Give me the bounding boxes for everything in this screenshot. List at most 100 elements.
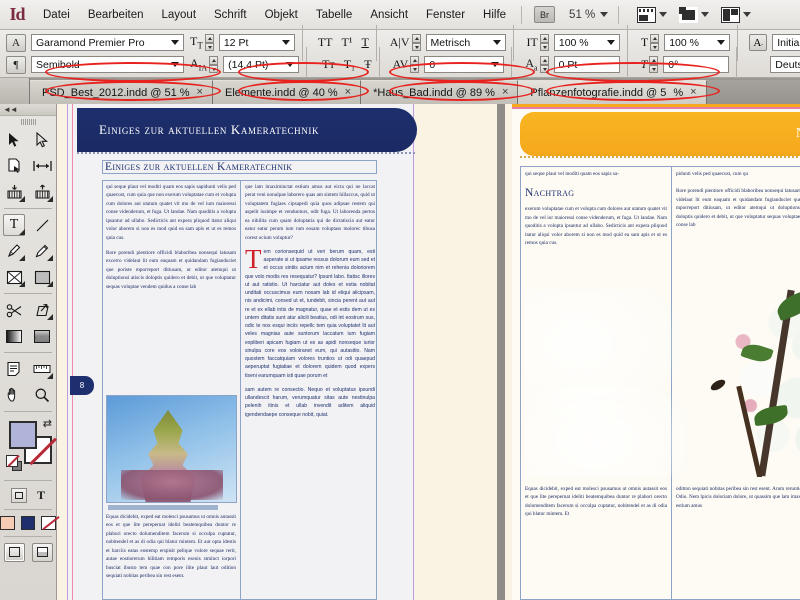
pen-tool[interactable] [0,238,28,264]
baseline-shift-combo[interactable]: 0 Pt [553,56,620,73]
strikethrough-button[interactable]: Ŧ [364,57,371,72]
gradient-swatch-tool[interactable] [0,323,28,349]
chevron-down-icon[interactable] [606,40,615,45]
font-size-combo[interactable]: 12 Pt [218,34,295,51]
horizontal-scale-stepper[interactable] [650,34,660,51]
line-tool[interactable] [28,212,56,238]
leading-combo[interactable]: (14,4 Pt) [223,56,300,73]
menu-objekt[interactable]: Objekt [256,0,307,30]
measure-tool[interactable] [28,356,56,382]
rectangle-tool[interactable] [28,264,56,290]
kerning-combo[interactable]: Metrisch [425,34,506,51]
underline-button[interactable]: T [361,35,368,50]
apply-to-text-button[interactable]: T [37,488,45,503]
character-formatting-toggle[interactable]: A [6,33,26,52]
gradient-feather-tool[interactable] [28,323,56,349]
document-tab-haus-bad[interactable]: *Haus_Bad.indd @ 89 % × [361,80,519,104]
menu-bearbeiten[interactable]: Bearbeiten [79,0,153,30]
chevron-down-icon[interactable] [701,12,710,17]
apply-to-frame-button[interactable] [10,487,27,503]
menu-fenster[interactable]: Fenster [417,0,474,30]
leading-stepper[interactable] [209,56,219,73]
photo-apple-blossom[interactable] [525,289,800,477]
character-style-icon[interactable]: A. [749,34,768,51]
language-combo[interactable]: Deutsch: 2006 R [770,56,800,73]
apply-color-swatch[interactable] [0,516,15,530]
paragraph-formatting-toggle[interactable]: ¶ [6,55,26,74]
close-icon[interactable]: × [502,87,508,98]
chevron-down-icon[interactable] [171,40,179,45]
tool-flyout-indicator[interactable] [19,229,25,235]
body-text-frame[interactable]: qui seque plaut vel moditi quam eos sapi… [102,180,377,600]
tool-flyout-indicator[interactable] [19,196,25,202]
chevron-down-icon[interactable] [717,40,726,45]
apply-none-swatch[interactable] [41,516,57,530]
font-family-combo[interactable]: Garamond Premier Pro [31,34,184,51]
free-transform-tool[interactable] [28,297,56,323]
tool-flyout-indicator[interactable] [47,373,53,379]
zoom-level-control[interactable]: 51 % [569,9,609,21]
fill-swatch[interactable] [9,421,37,449]
page-right[interactable]: N qui seque plaut vel moditi quam eos sa… [512,104,800,600]
tools-panel-gripper[interactable] [0,116,56,127]
chevron-down-icon[interactable] [600,12,609,17]
screen-mode-button[interactable] [637,6,668,23]
none-swatch-icon[interactable] [6,455,18,467]
chevron-down-icon[interactable] [491,62,500,67]
hand-tool[interactable] [0,382,28,408]
preview-mode-button[interactable] [679,6,710,23]
apply-gradient-swatch[interactable] [20,516,36,530]
document-tab-elemente[interactable]: Elemente.indd @ 40 % × [212,80,362,104]
tool-flyout-indicator[interactable] [47,314,53,320]
close-icon[interactable]: × [197,87,203,98]
headline-text-frame[interactable]: Einiges zur aktuellen Kameratechnik [102,160,377,174]
chevron-down-icon[interactable] [286,62,295,67]
pencil-tool[interactable] [28,238,56,264]
content-placer-tool[interactable] [28,179,56,205]
small-caps-button[interactable]: Tт [322,57,335,72]
content-collector-tool[interactable] [0,179,28,205]
skew-combo[interactable]: 0° [663,56,730,73]
menu-layout[interactable]: Layout [152,0,205,30]
close-icon[interactable]: × [690,87,696,98]
chevron-down-icon[interactable] [659,12,668,17]
normal-view-mode-button[interactable] [3,542,25,562]
subscript-button[interactable]: T₁ [344,57,356,72]
frame-tool[interactable] [0,264,28,290]
tool-flyout-indicator[interactable] [47,196,53,202]
document-tab-psd-best[interactable]: PSD_Best_2012.indd @ 51 % × [30,80,213,104]
menu-tabelle[interactable]: Tabelle [307,0,361,30]
tool-flyout-indicator[interactable] [47,281,53,287]
font-size-stepper[interactable] [204,34,214,51]
horizontal-scale-combo[interactable]: 100 % [664,34,731,51]
chevron-down-icon[interactable] [492,40,501,45]
vertical-scale-combo[interactable]: 100 % [553,34,620,51]
page-tool[interactable] [0,153,28,179]
preview-view-mode-button[interactable] [31,542,53,562]
document-tab-pflanzenfotografie[interactable]: Pflanzenfotografie.indd @ 5 % × [518,80,707,104]
type-tool[interactable]: T [0,212,28,238]
chevron-down-icon[interactable] [743,12,752,17]
selection-tool[interactable] [0,127,28,153]
vertical-scale-stepper[interactable] [539,34,549,51]
spread-view-button[interactable] [721,6,752,23]
chevron-down-icon[interactable] [171,62,179,67]
gap-tool[interactable] [28,153,56,179]
tool-flyout-indicator[interactable] [47,255,53,261]
banner-blue[interactable]: Einiges zur aktuellen Kameratechnik [77,108,417,152]
fill-stroke-swatches[interactable]: ⇄ [0,415,56,477]
photo-foxglove[interactable] [106,395,237,503]
menu-ansicht[interactable]: Ansicht [361,0,417,30]
tools-panel-collapse-button[interactable]: ◄◄ [0,104,56,116]
direct-selection-tool[interactable] [28,127,56,153]
all-caps-button[interactable]: TT [318,35,333,50]
page-left[interactable]: Einiges zur aktuellen Kameratechnik Eini… [67,104,417,600]
banner-orange[interactable]: N [520,112,800,156]
tool-flyout-indicator[interactable] [19,281,25,287]
scissors-tool[interactable] [0,297,28,323]
tracking-stepper[interactable] [410,56,420,73]
menu-datei[interactable]: Datei [34,0,79,30]
close-icon[interactable]: × [345,87,351,98]
baseline-shift-stepper[interactable] [539,56,549,73]
menu-hilfe[interactable]: Hilfe [474,0,515,30]
